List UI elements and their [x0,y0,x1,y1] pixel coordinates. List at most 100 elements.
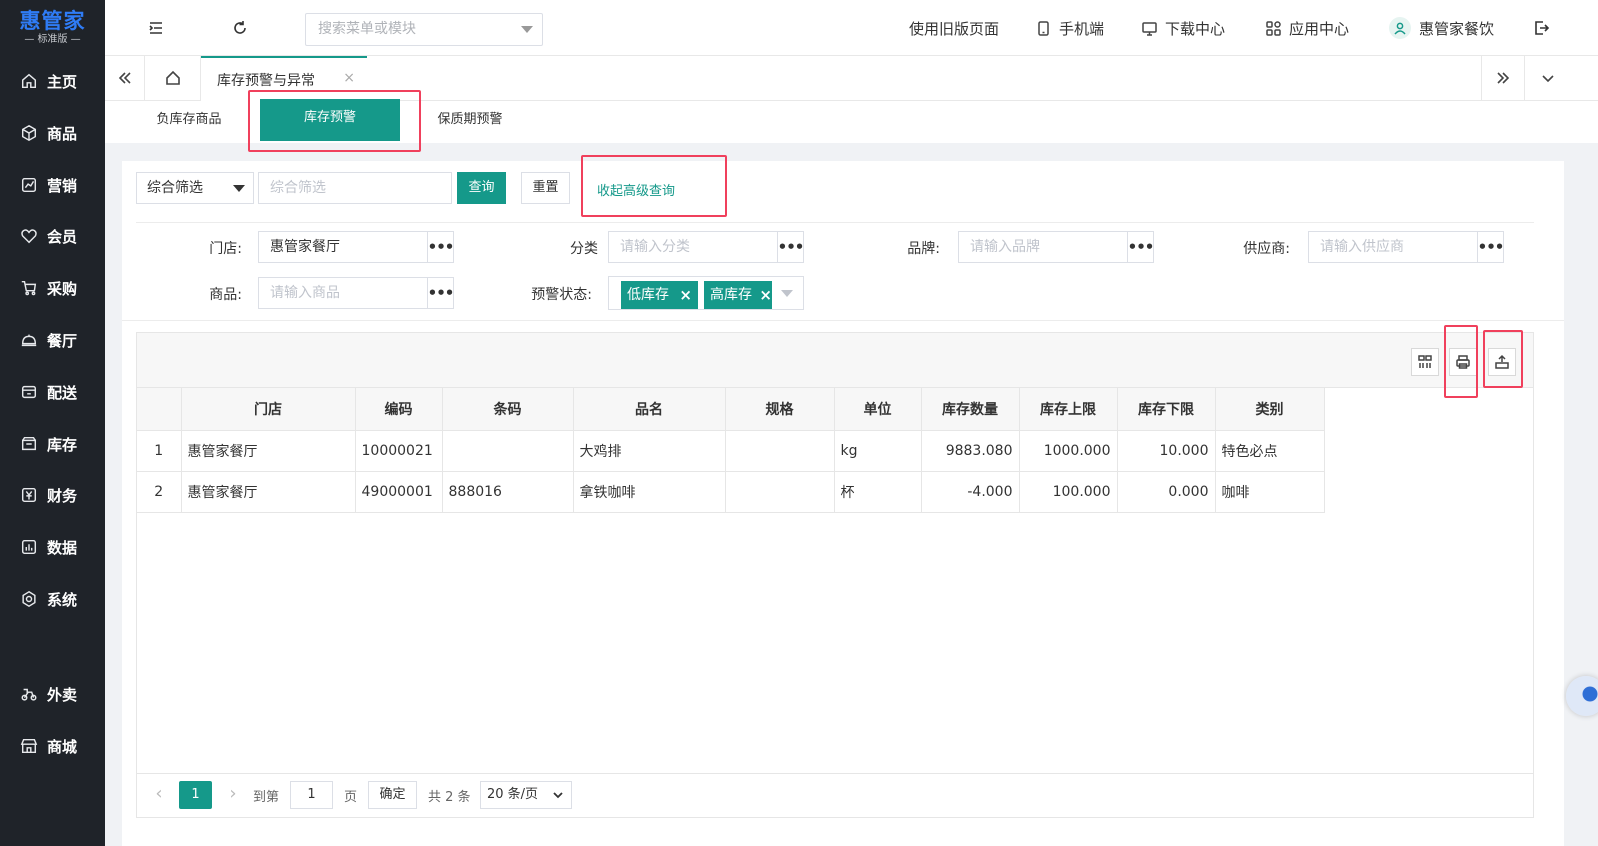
delivery-icon [21,385,37,399]
sidebar-item-data[interactable]: 数据 [0,527,105,567]
category-label: 分类 [570,241,598,257]
page-size-select[interactable]: 20 条/页 [480,781,572,809]
col-name[interactable]: 品名 [573,388,726,431]
subtab-stock-warning[interactable]: 库存预警 [260,99,400,141]
col-category[interactable]: 类别 [1215,388,1325,431]
collapse-advanced-link[interactable]: 收起高级查询 [597,180,675,199]
sidebar-item-label: 会员 [47,227,78,246]
cell-name: 大鸡排 [573,430,726,472]
status-tag-high: 高库存 × [704,281,772,309]
menu-toggle-icon[interactable] [147,19,165,37]
sidebar-item-label: 库存 [47,435,78,454]
sidebar-item-label: 外卖 [47,685,78,704]
combo-filter-input[interactable]: 综合筛选 [258,172,452,204]
sidebar-item-system[interactable]: 系统 [0,579,105,619]
floating-assistant-button[interactable] [1566,676,1598,716]
more-icon[interactable]: ••• [427,278,454,308]
sidebar-item-delivery[interactable]: 配送 [0,372,105,412]
menu-search-input[interactable]: 搜索菜单或模块 [305,13,543,46]
cell-lower: 10.000 [1117,430,1216,472]
col-unit[interactable]: 单位 [834,388,922,431]
cell-store: 惠管家餐厅 [181,471,356,513]
col-upper[interactable]: 库存上限 [1019,388,1118,431]
tabs-menu-button[interactable] [1525,56,1571,100]
table-row[interactable]: 2 惠管家餐厅 49000001 888016 拿铁咖啡 杯 -4.000 10… [137,471,1325,513]
sidebar-item-finance[interactable]: 财务 [0,475,105,515]
close-icon[interactable]: × [343,70,355,86]
prev-page-icon[interactable]: ‹ [149,784,169,804]
results-table-panel: 门店 编码 条码 品名 规格 单位 库存数量 库存上限 库存下限 类别 1 惠管… [136,332,1534,818]
sidebar-item-purchase[interactable]: 采购 [0,268,105,308]
more-icon[interactable]: ••• [427,232,454,262]
col-code[interactable]: 编码 [355,388,443,431]
export-button[interactable] [1488,348,1516,376]
table-toolbar [137,333,1533,388]
col-spec[interactable]: 规格 [725,388,835,431]
sidebar-item-label: 配送 [47,383,78,402]
sidebar-item-marketing[interactable]: 营销 [0,165,105,205]
page-1-button[interactable]: 1 [179,781,212,809]
table-row[interactable]: 1 惠管家餐厅 10000021 大鸡排 kg 9883.080 1000.00… [137,430,1325,472]
sidebar-item-home[interactable]: 主页 [0,61,105,101]
cell-name: 拿铁咖啡 [573,471,726,513]
chevron-down-icon [553,792,563,799]
mobile-link[interactable]: 手机端 [1035,18,1104,38]
col-lower[interactable]: 库存下限 [1117,388,1216,431]
store-value: 惠管家餐厅 [270,239,340,255]
combo-filter-select[interactable]: 综合筛选 [136,172,254,204]
subtab-expiry-warning[interactable]: 保质期预警 [420,101,520,143]
col-barcode[interactable]: 条码 [442,388,574,431]
more-icon[interactable]: ••• [777,232,804,262]
logo[interactable]: 惠管家 — 标准版 — [0,0,105,56]
warning-status-label: 预警状态: [531,287,592,303]
product-input[interactable]: 请输入商品 ••• [258,277,454,309]
query-button[interactable]: 查询 [457,172,506,204]
sidebar-item-mall[interactable]: 商城 [0,726,105,766]
logout-icon[interactable] [1532,19,1550,37]
reset-button[interactable]: 重置 [521,172,570,204]
user-menu[interactable]: 惠管家餐饮 [1389,17,1494,39]
printer-icon [1456,355,1470,369]
sidebar-item-label: 商城 [47,737,78,756]
next-page-icon[interactable]: › [223,784,243,804]
goto-page-input[interactable]: 1 [290,781,333,809]
cell-index: 2 [137,471,182,513]
sidebar-item-takeout[interactable]: 外卖 [0,674,105,714]
sidebar-item-products[interactable]: 商品 [0,113,105,153]
supplier-input[interactable]: 请输入供应商 ••• [1308,231,1504,263]
cell-category: 咖啡 [1215,471,1325,513]
col-qty[interactable]: 库存数量 [921,388,1020,431]
remove-tag-icon[interactable]: × [759,281,772,309]
brand-label: 品牌: [907,241,940,257]
sidebar-item-restaurant[interactable]: 餐厅 [0,320,105,360]
col-store[interactable]: 门店 [181,388,356,431]
phone-icon [1038,20,1049,36]
print-button[interactable] [1449,348,1477,376]
sidebar-item-inventory[interactable]: 库存 [0,424,105,464]
pagination: ‹ 1 › 到第 1 页 确定 共 2 条 20 条/页 [137,773,1533,818]
tabs-scroll-left-button[interactable] [105,56,145,100]
download-center-link[interactable]: 下载中心 [1141,18,1225,38]
more-icon[interactable]: ••• [1477,232,1504,262]
sidebar-item-members[interactable]: 会员 [0,216,105,256]
column-settings-button[interactable] [1411,348,1439,376]
cell-unit: kg [834,430,922,472]
tabs-scroll-right-button[interactable] [1481,56,1525,100]
old-version-link[interactable]: 使用旧版页面 [909,18,999,38]
columns-icon [1418,355,1432,368]
brand-input[interactable]: 请输入品牌 ••• [958,231,1154,263]
goto-confirm-button[interactable]: 确定 [368,781,417,809]
more-icon[interactable]: ••• [1127,232,1154,262]
warning-status-select[interactable]: 低库存 × 高库存 × [608,276,804,310]
app-center-link[interactable]: 应用中心 [1265,18,1349,38]
category-input[interactable]: 请输入分类 ••• [608,231,804,263]
tab-inventory-warning[interactable]: 库存预警与异常 × [201,56,367,101]
store-input[interactable]: 惠管家餐厅 ••• [258,231,454,263]
refresh-icon[interactable] [231,19,249,37]
remove-tag-icon[interactable]: × [679,281,692,309]
subtab-negative-stock[interactable]: 负库存商品 [139,101,239,143]
results-table: 门店 编码 条码 品名 规格 单位 库存数量 库存上限 库存下限 类别 1 惠管… [137,388,1325,513]
cell-upper: 100.000 [1019,471,1118,513]
status-tag-low: 低库存 × [621,281,698,309]
home-tab-button[interactable] [145,56,201,100]
